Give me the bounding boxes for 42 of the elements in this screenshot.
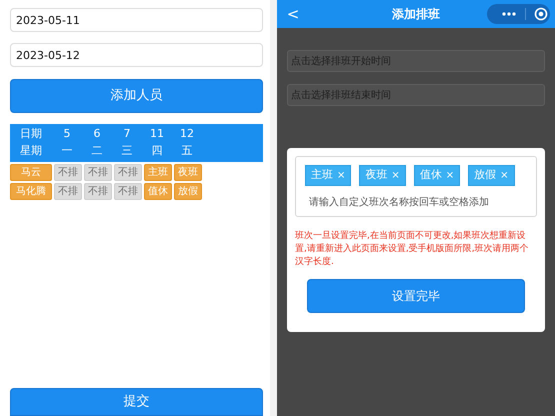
unscheduled-cell[interactable]: 不排 xyxy=(114,183,142,200)
remove-tag-button[interactable]: × xyxy=(446,168,454,183)
unscheduled-cell[interactable]: 不排 xyxy=(54,164,82,181)
shift-cell[interactable]: 主班 xyxy=(144,164,172,181)
shift-cell[interactable]: 值休 xyxy=(144,183,172,200)
header-label: 星期 xyxy=(19,143,43,160)
date-field[interactable]: 2023-05-12 xyxy=(10,43,263,67)
header-label: 日期 xyxy=(19,126,43,142)
capsule-menu[interactable] xyxy=(487,4,550,24)
person-name-cell: 马化腾 xyxy=(10,183,52,200)
unscheduled-cell[interactable]: 不排 xyxy=(84,183,112,200)
unscheduled-cell[interactable]: 不排 xyxy=(54,183,82,200)
header-cell-text: 5 xyxy=(62,126,72,142)
more-icon[interactable] xyxy=(502,12,516,16)
remove-tag-button[interactable]: × xyxy=(500,168,509,183)
date-field[interactable]: 2023-05-11 xyxy=(10,8,263,32)
tag-label: 值休 xyxy=(420,167,442,183)
warning-text: 班次一旦设置完毕,在当前页面不可更改,如果班次想重新设置,请重新进入此页面来设置,受手机版面所限,班次请用两个汉字长度. xyxy=(295,230,530,269)
unscheduled-cell[interactable]: 不排 xyxy=(84,164,112,181)
header-cell-text: 四 xyxy=(150,143,164,160)
person-name-cell: 马云 xyxy=(10,164,52,181)
back-button[interactable]: < xyxy=(280,2,306,26)
shift-cell[interactable]: 夜班 xyxy=(174,164,202,181)
header-cell-text: 五 xyxy=(180,143,194,160)
header-cell-text: 二 xyxy=(90,143,104,160)
tag-label: 放假 xyxy=(474,167,496,183)
shift-cell[interactable]: 放假 xyxy=(174,183,202,200)
submit-button[interactable]: 提交 xyxy=(10,388,263,416)
unscheduled-cell[interactable]: 不排 xyxy=(114,164,142,181)
remove-tag-button[interactable]: × xyxy=(337,168,346,183)
header-cell-text: 6 xyxy=(92,126,102,142)
remove-tag-button[interactable]: × xyxy=(391,168,400,183)
tag-label: 夜班 xyxy=(365,167,388,183)
header-cell-text: 三 xyxy=(120,143,134,160)
add-person-button[interactable]: 添加人员 xyxy=(10,79,263,113)
page-title: 添加排班 xyxy=(391,6,441,23)
header-cell-text: 12 xyxy=(179,126,195,142)
tag-label: 主班 xyxy=(311,167,333,183)
header-cell-text: 一 xyxy=(60,143,74,160)
header-cell-text: 7 xyxy=(122,126,132,142)
header-cell-text: 11 xyxy=(149,126,165,142)
finish-setup-button[interactable]: 设置完毕 xyxy=(307,279,525,313)
